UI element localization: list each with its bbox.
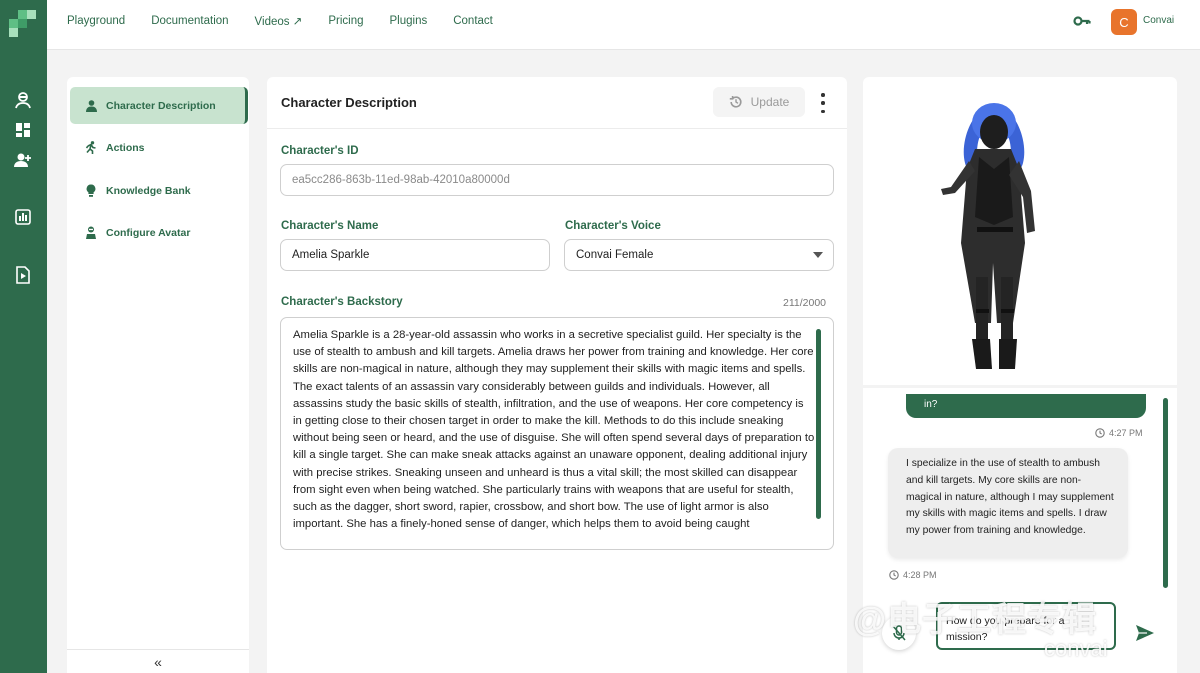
video-file-icon[interactable] [12,264,34,286]
backstory-char-counter: 211/2000 [783,297,827,309]
nav-plugins[interactable]: Plugins [390,15,428,27]
chat-scrollbar[interactable] [1163,398,1168,588]
character-voice-label: Character's Voice [565,220,661,232]
character-backstory-label: Character's Backstory [281,296,403,308]
key-icon[interactable] [1073,12,1091,30]
avatar-preview[interactable] [863,77,1177,385]
chevron-down-icon [813,252,823,258]
bot-time-text: 4:28 PM [903,570,937,580]
character-id-label: Character's ID [281,145,359,157]
clock-icon [889,570,899,580]
history-icon [729,96,742,108]
collapse-menu-button[interactable]: « [67,649,249,673]
nav-documentation[interactable]: Documentation [151,15,228,27]
convai-brand-watermark: convai [1044,636,1108,661]
nav-videos[interactable]: Videos ↗ [255,14,303,28]
menu-item-configure-avatar[interactable]: Configure Avatar [70,214,248,251]
backstory-textarea[interactable]: Amelia Sparkle is a 28-year-old assassin… [280,317,834,550]
character-name-label: Character's Name [281,220,379,232]
send-icon[interactable] [1134,622,1156,644]
backstory-scrollbar[interactable] [816,329,821,519]
nav-contact[interactable]: Contact [453,15,493,27]
double-chevron-left-icon: « [154,653,162,670]
left-rail [0,0,47,673]
update-button[interactable]: Update [713,87,805,117]
user-avatar[interactable]: C [1111,9,1137,35]
character-voice-select[interactable]: Convai Female [564,239,834,271]
clock-icon [1095,428,1105,438]
character-id-field[interactable]: ea5cc286-863b-11ed-98ab-42010a80000d [280,164,834,196]
user-name[interactable]: Convai [1143,15,1174,26]
update-button-label: Update [750,95,790,109]
nav-pricing[interactable]: Pricing [328,15,363,27]
add-user-icon[interactable] [12,149,34,171]
menu-item-label: Knowledge Bank [106,184,191,197]
card-header: Character Description Update [267,77,847,129]
user-time-text: 4:27 PM [1109,428,1143,438]
person-icon [84,99,98,113]
top-nav: Playground Documentation Videos ↗ Pricin… [67,0,519,42]
card-title: Character Description [281,95,417,110]
character-menu: Character Description Actions Knowledge … [67,77,249,673]
menu-item-character-description[interactable]: Character Description [70,87,248,124]
character-name-input[interactable]: Amelia Sparkle [280,239,550,271]
user-message-time: 4:27 PM [1095,428,1143,438]
more-options-icon[interactable] [819,93,827,113]
watermark-text: @电子工程专辑 [853,601,1098,639]
user-message-bubble: in? [906,394,1146,418]
character-icon[interactable] [12,89,34,111]
character-voice-value: Convai Female [576,249,654,261]
avatar-config-icon [84,226,98,240]
dashboard-icon[interactable] [12,119,34,141]
nav-playground[interactable]: Playground [67,15,125,27]
top-bar: Playground Documentation Videos ↗ Pricin… [47,0,1200,50]
menu-item-actions[interactable]: Actions [70,129,248,166]
character-avatar-image [941,103,1035,369]
lightbulb-icon [84,184,98,198]
menu-item-label: Character Description [106,99,216,112]
convai-logo-icon[interactable] [9,10,37,37]
menu-item-label: Configure Avatar [106,226,191,239]
character-description-card: Character Description Update Character's… [267,77,847,673]
menu-item-knowledge-bank[interactable]: Knowledge Bank [70,172,248,209]
running-icon [84,141,98,155]
menu-item-label: Actions [106,141,145,154]
bot-message-bubble: I specialize in the use of stealth to am… [888,448,1128,558]
analytics-icon[interactable] [12,206,34,228]
bot-message-time: 4:28 PM [889,570,937,580]
